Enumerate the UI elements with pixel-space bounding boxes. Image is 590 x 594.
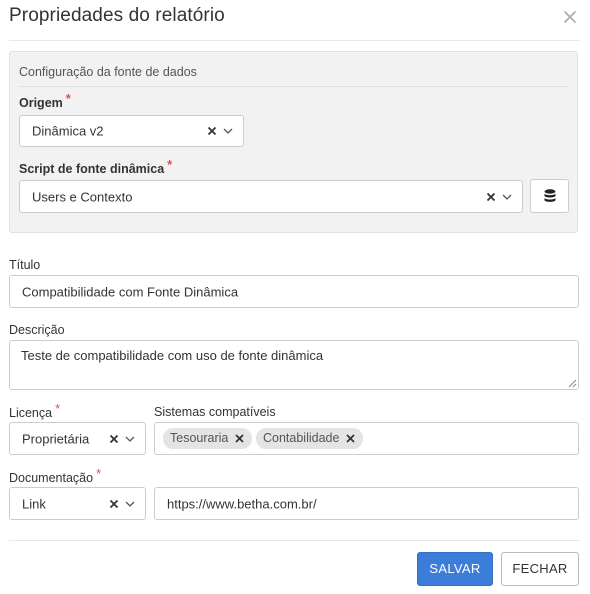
documentation-type-value: Link bbox=[22, 496, 46, 511]
required-marker: * bbox=[55, 401, 61, 416]
description-label: Descrição bbox=[9, 323, 65, 337]
clear-icon[interactable] bbox=[109, 434, 119, 444]
footer-divider bbox=[9, 540, 580, 541]
remove-tag-icon[interactable] bbox=[346, 434, 356, 443]
documentation-url-input[interactable]: https://www.betha.com.br/ bbox=[154, 487, 579, 520]
script-select[interactable]: Users e Contexto bbox=[19, 180, 523, 213]
dialog-title: Propriedades do relatório bbox=[9, 5, 225, 26]
title-input-value: Compatibilidade com Fonte Dinâmica bbox=[22, 284, 239, 299]
tag-label: Tesouraria bbox=[170, 431, 229, 445]
required-marker: * bbox=[167, 157, 173, 172]
license-label-text: Licença bbox=[9, 406, 53, 420]
resize-handle-icon[interactable] bbox=[568, 379, 577, 388]
documentation-label: Documentação * bbox=[9, 466, 101, 485]
chevron-down-icon[interactable] bbox=[125, 435, 135, 442]
origin-label: Origem * bbox=[19, 91, 71, 110]
save-button[interactable]: SALVAR bbox=[417, 552, 493, 586]
license-select[interactable]: Proprietária bbox=[9, 422, 146, 455]
origin-select[interactable]: Dinâmica v2 bbox=[19, 115, 244, 147]
script-select-value: Users e Contexto bbox=[32, 189, 133, 204]
required-marker: * bbox=[65, 91, 71, 106]
chevron-down-icon[interactable] bbox=[223, 128, 233, 135]
title-label: Título bbox=[9, 258, 41, 272]
systems-multiselect[interactable]: Tesouraria Contabilidade bbox=[154, 422, 579, 455]
report-properties-dialog: Propriedades do relatório Configuração d… bbox=[0, 0, 590, 594]
documentation-label-text: Documentação bbox=[9, 471, 94, 485]
chevron-down-icon[interactable] bbox=[502, 193, 512, 200]
license-label: Licença * bbox=[9, 401, 60, 420]
script-label-text: Script de fonte dinâmica bbox=[19, 162, 165, 176]
script-label: Script de fonte dinâmica * bbox=[19, 157, 172, 176]
database-icon bbox=[544, 189, 556, 202]
required-marker: * bbox=[96, 466, 102, 481]
origin-label-text: Origem bbox=[19, 96, 63, 110]
systems-label: Sistemas compatíveis bbox=[154, 405, 276, 419]
clear-icon[interactable] bbox=[109, 499, 119, 509]
origin-select-value: Dinâmica v2 bbox=[32, 123, 104, 139]
close-icon[interactable] bbox=[562, 9, 578, 25]
database-button[interactable] bbox=[530, 179, 569, 213]
close-button[interactable]: FECHAR bbox=[501, 552, 579, 586]
remove-tag-icon[interactable] bbox=[235, 434, 245, 443]
clear-icon[interactable] bbox=[486, 192, 496, 202]
documentation-type-select[interactable]: Link bbox=[9, 487, 146, 520]
description-textarea[interactable]: Teste de compatibilidade com uso de font… bbox=[9, 340, 579, 390]
tag-tesouraria: Tesouraria bbox=[163, 428, 253, 449]
title-input[interactable]: Compatibilidade com Fonte Dinâmica bbox=[9, 275, 579, 308]
clear-icon[interactable] bbox=[207, 126, 217, 136]
header-divider bbox=[9, 40, 580, 41]
data-source-divider bbox=[18, 86, 569, 87]
data-source-section-title: Configuração da fonte de dados bbox=[19, 65, 197, 79]
license-select-value: Proprietária bbox=[22, 431, 90, 446]
tag-contabilidade: Contabilidade bbox=[256, 428, 364, 449]
chevron-down-icon[interactable] bbox=[125, 500, 135, 507]
tag-label: Contabilidade bbox=[263, 431, 340, 445]
documentation-url-value: https://www.betha.com.br/ bbox=[167, 496, 317, 511]
